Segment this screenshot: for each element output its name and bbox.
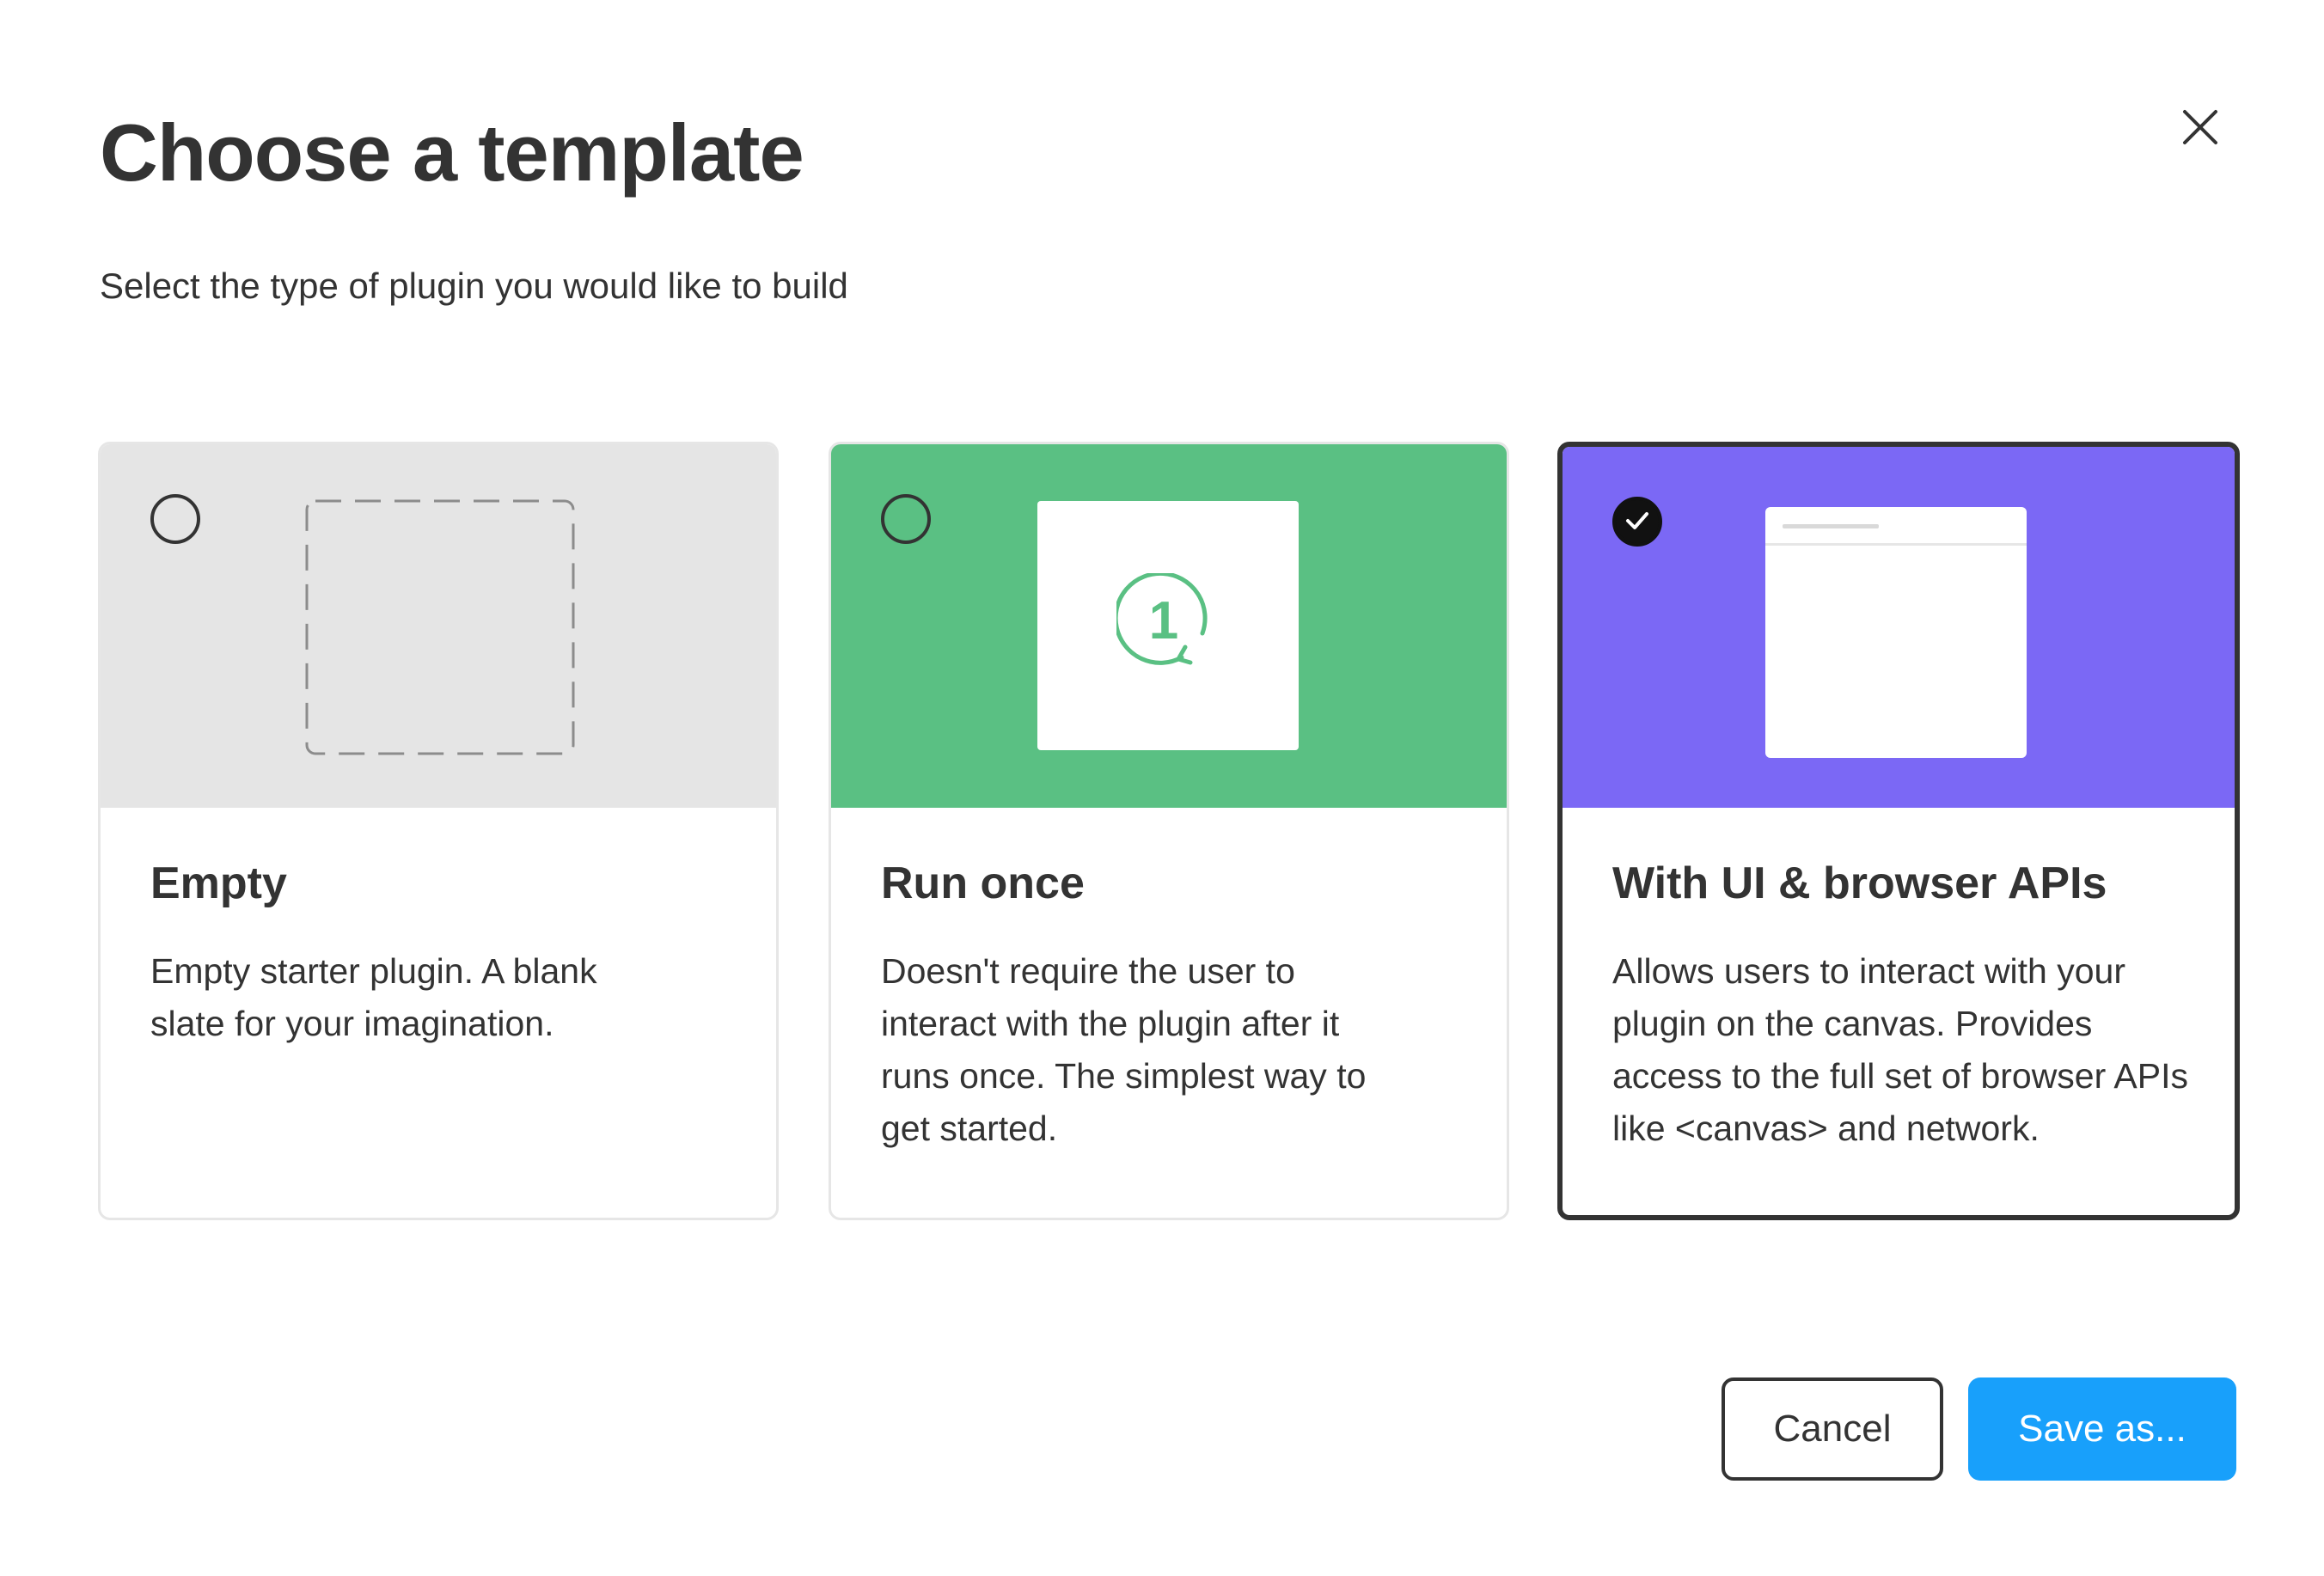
browser-window-icon [1765,507,2027,758]
template-description-with-ui: Allows users to interact with your plugi… [1612,951,2188,1148]
run-once-icon: 1 [1116,573,1208,665]
template-preview-empty [101,444,776,808]
save-as-button[interactable]: Save as... [1968,1377,2236,1481]
radio-run-once[interactable] [881,494,931,544]
close-icon [2183,110,2217,144]
run-once-frame: 1 [1037,501,1299,750]
browser-titlebar-line [1783,524,1879,528]
dialog-title: Choose a template [100,107,804,198]
checkmark-icon [1626,512,1648,529]
cancel-button[interactable]: Cancel [1722,1377,1943,1481]
template-title-empty: Empty [150,858,287,908]
dashed-frame-icon [305,499,575,755]
template-card-with-ui[interactable]: With UI & browser APIs Allows users to i… [1557,442,2240,1220]
choose-template-dialog: Choose a template Select the type of plu… [0,0,2324,1576]
template-description-run-once: Doesn't require the user to interact wit… [881,951,1367,1148]
template-card-empty[interactable]: Empty Empty starter plugin. A blank slat… [98,442,779,1220]
close-button[interactable] [2174,101,2226,153]
template-title-with-ui: With UI & browser APIs [1612,858,2107,908]
template-preview-with-ui [1563,447,2235,808]
template-title-run-once: Run once [881,858,1085,908]
template-card-run-once[interactable]: 1 Run once Doesn't require the user to i… [829,442,1509,1220]
radio-empty[interactable] [150,494,200,544]
run-once-glyph: 1 [1149,591,1178,651]
browser-divider [1765,543,2027,546]
radio-with-ui[interactable] [1612,497,1662,547]
template-description-empty: Empty starter plugin. A blank slate for … [150,951,597,1043]
dialog-subtitle: Select the type of plugin you would like… [100,266,848,306]
template-preview-run-once: 1 [831,444,1507,808]
